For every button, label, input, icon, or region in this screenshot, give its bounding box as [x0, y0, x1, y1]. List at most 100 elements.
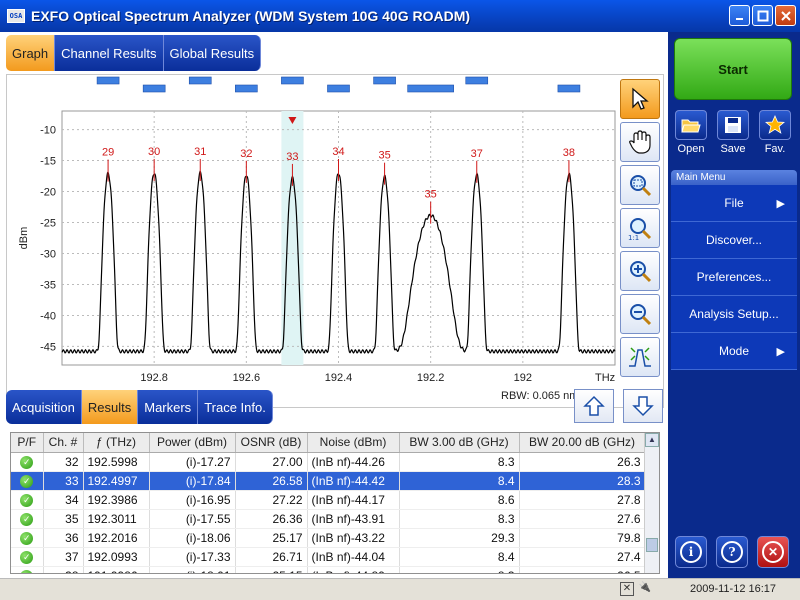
table-row[interactable]: ✓ 36 192.2016 (i)-18.06 25.17 (InB nf)-43.22 2…	[11, 528, 646, 548]
table-row[interactable]: ✓ 34 192.3986 (i)-16.95 27.22 (InB nf)-44.17 8…	[11, 490, 646, 510]
favorites-button[interactable]: Fav.	[756, 110, 794, 155]
peak-label: 29	[102, 147, 114, 159]
col-header-frequency[interactable]: ƒ (THz)	[83, 433, 150, 453]
cell-noise: (InB nf)-43.91	[307, 509, 400, 529]
cell-power: (i)-18.01	[149, 566, 236, 573]
close-icon	[780, 10, 791, 21]
title-bar: OSA EXFO Optical Spectrum Analyzer (WDM …	[0, 0, 800, 32]
cell-osnr: 25.15	[235, 566, 308, 573]
start-button[interactable]: Start	[674, 38, 792, 100]
pointer-tool-button[interactable]	[620, 79, 660, 119]
pass-check-icon: ✓	[20, 455, 34, 469]
menu-item-discover[interactable]: Discover...	[671, 222, 797, 259]
maximize-button[interactable]	[752, 5, 773, 26]
pf-cell: ✓	[11, 471, 44, 491]
table-header-row: P/F Ch. # ƒ (THz) Power (dBm) OSNR (dB) …	[11, 433, 646, 453]
pass-check-icon: ✓	[20, 569, 34, 573]
cursor-arrow-icon	[632, 87, 649, 110]
tab-channel-results[interactable]: Channel Results	[55, 35, 164, 71]
cell-osnr: 27.00	[235, 452, 308, 472]
save-label: Save	[720, 143, 746, 155]
zoom-out-button[interactable]	[620, 294, 660, 334]
fit-peak-button[interactable]	[620, 337, 660, 377]
cell-bw20: 79.8	[519, 528, 646, 548]
cell-noise: (InB nf)-44.04	[307, 547, 400, 567]
table-scrollbar[interactable]: ▲	[644, 433, 659, 573]
menu-item-preferences[interactable]: Preferences...	[671, 259, 797, 296]
col-header-bw3[interactable]: BW 3.00 dB (GHz)	[399, 433, 520, 453]
cell-frequency: 192.0993	[83, 547, 150, 567]
cell-frequency: 192.3986	[83, 490, 150, 510]
peak-label: 32	[240, 148, 252, 160]
zoom-1to1-button[interactable]: 1:1	[620, 208, 660, 248]
col-header-pf[interactable]: P/F	[11, 433, 44, 453]
pf-cell: ✓	[11, 547, 44, 567]
help-button[interactable]: ?	[716, 536, 748, 568]
chevron-right-icon: ▶	[776, 345, 785, 358]
col-header-noise[interactable]: Noise (dBm)	[307, 433, 400, 453]
info-button[interactable]: i	[675, 536, 707, 568]
sidebar-bottom-actions: i ? ✕	[675, 536, 789, 568]
tab-results[interactable]: Results	[81, 390, 139, 424]
table-row[interactable]: ✓ 32 192.5998 (i)-17.27 27.00 (InB nf)-44.26 8…	[11, 452, 646, 472]
cell-bw20: 26.5	[519, 566, 646, 573]
top-tabs: Graph Channel Results Global Results	[6, 35, 262, 71]
tab-global-results[interactable]: Global Results	[163, 35, 262, 71]
exit-button[interactable]: ✕	[757, 536, 789, 568]
pan-tool-button[interactable]	[620, 122, 660, 162]
graph-toolbar: 1:1	[620, 79, 660, 380]
tab-acquisition[interactable]: Acquisition	[6, 390, 82, 424]
scroll-thumb[interactable]	[646, 538, 658, 552]
col-header-osnr[interactable]: OSNR (dB)	[235, 433, 308, 453]
minimize-icon	[735, 17, 743, 20]
cell-bw3: 8.3	[399, 566, 520, 573]
col-header-power[interactable]: Power (dBm)	[149, 433, 236, 453]
main-menu: Main Menu File ▶ Discover... Preferences.…	[671, 170, 797, 370]
tab-markers[interactable]: Markers	[138, 390, 199, 424]
y-tick-label: -40	[40, 310, 56, 322]
col-header-channel[interactable]: Ch. #	[43, 433, 84, 453]
scroll-up-icon[interactable]: ▲	[645, 433, 659, 447]
main-menu-header: Main Menu	[671, 170, 797, 185]
panel-up-button[interactable]	[574, 389, 614, 423]
table-row[interactable]: ✓ 38191.9986(i)-18.0125.15(InB nf)-44.898…	[11, 566, 646, 573]
pass-check-icon: ✓	[20, 550, 34, 564]
power-plug-icon: 🔌	[638, 582, 652, 593]
cell-channel: 37	[43, 547, 84, 567]
menu-item-analysis-setup[interactable]: Analysis Setup...	[671, 296, 797, 333]
tab-graph[interactable]: Graph	[6, 35, 56, 71]
bottom-tabs: Acquisition Results Markers Trace Info.	[6, 390, 273, 424]
menu-item-file[interactable]: File ▶	[671, 185, 797, 222]
table-row[interactable]: ✓ 37 192.0993 (i)-17.33 26.71 (InB nf)-44.04 8…	[11, 547, 646, 567]
selected-channel-band	[281, 111, 304, 365]
close-window-button[interactable]	[775, 5, 796, 26]
channel-band-marker	[327, 84, 350, 93]
hand-icon	[629, 130, 651, 154]
cell-noise: (InB nf)-44.17	[307, 490, 400, 510]
pass-check-icon: ✓	[20, 531, 34, 545]
open-button[interactable]: Open	[672, 110, 710, 155]
col-header-bw20[interactable]: BW 20.00 dB (GHz)	[519, 433, 646, 453]
minimize-button[interactable]	[729, 5, 750, 26]
table-row[interactable]: ✓ 33 192.4997 (i)-17.84 26.58 (InB nf)-44.42 8…	[11, 471, 646, 491]
peak-label: 30	[148, 146, 160, 158]
peak-label: 34	[332, 146, 344, 158]
help-icon: ?	[721, 541, 743, 563]
cell-frequency: 192.2016	[83, 528, 150, 548]
tab-trace-info[interactable]: Trace Info.	[198, 390, 273, 424]
cell-frequency: 192.5998	[83, 452, 150, 472]
save-button[interactable]: Save	[714, 110, 752, 155]
menu-item-mode[interactable]: Mode ▶	[671, 333, 797, 370]
y-tick-label: -15	[40, 156, 56, 168]
y-tick-label: -10	[40, 125, 56, 137]
info-icon: i	[680, 541, 702, 563]
sidebar: Start Open Save Fav. Main Menu File ▶ Dis…	[668, 32, 800, 578]
zoom-area-button[interactable]	[620, 165, 660, 205]
peak-label: 37	[471, 148, 483, 160]
panel-down-button[interactable]	[623, 389, 663, 423]
zoom-out-icon	[630, 304, 652, 326]
pass-check-icon: ✓	[20, 493, 34, 507]
zoom-in-button[interactable]	[620, 251, 660, 291]
spectrum-chart[interactable]: -10 -15 -20 -25 -30 -35 -40 -45 192.8 192.6 192.4 1…	[7, 75, 665, 409]
table-row[interactable]: ✓ 35 192.3011 (i)-17.55 26.36 (InB nf)-43.91 8…	[11, 509, 646, 529]
